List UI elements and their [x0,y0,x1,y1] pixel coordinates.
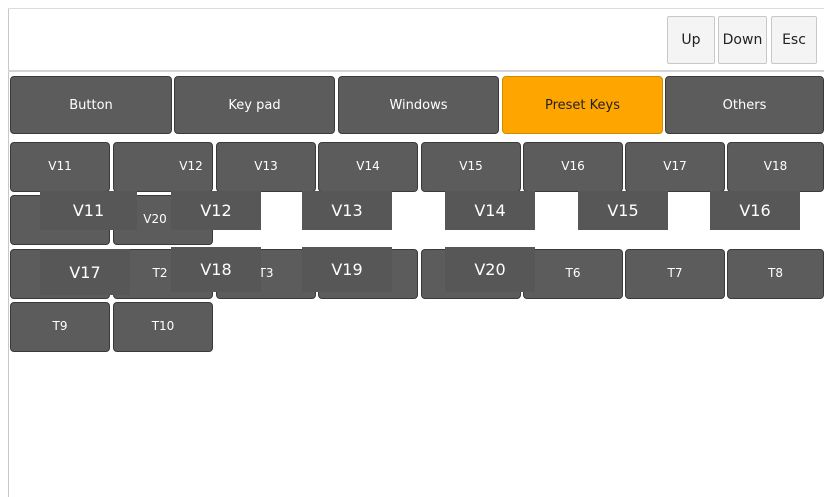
overlay-key-v17[interactable]: V17 [40,249,130,295]
frame-left-border [8,8,9,497]
key-label: T2 [152,266,168,280]
key-label: V20 [143,212,167,226]
key-t10[interactable]: T10 [113,302,213,352]
overlay-key-v20[interactable]: V20 [445,247,535,292]
tab-windows[interactable]: Windows [338,76,499,134]
tab-others[interactable]: Others [665,76,824,134]
key-label: V12 [179,159,203,173]
key-label: V15 [459,159,483,173]
key-label: T7 [667,266,683,280]
overlay-key-v12[interactable]: V12 [171,191,261,230]
key-label: V13 [254,159,278,173]
key-label: V18 [763,159,788,173]
key-v11[interactable]: V11 [10,142,110,192]
key-v13[interactable]: V13 [216,142,316,192]
key-t6[interactable]: T6 [523,249,623,299]
key-t8[interactable]: T8 [727,249,824,299]
key-label: T8 [768,266,783,280]
tab-preset-keys[interactable]: Preset Keys [502,76,663,134]
key-label: T9 [52,319,68,333]
overlay-key-v11[interactable]: V11 [40,191,137,230]
key-label: V11 [48,159,72,173]
down-button[interactable]: Down [718,16,767,64]
overlay-key-v19[interactable]: V19 [302,247,392,292]
key-label: V16 [561,159,585,173]
key-label: V17 [663,159,687,173]
key-v16[interactable]: V16 [523,142,623,192]
overlay-key-v16[interactable]: V16 [710,191,800,230]
overlay-key-v14[interactable]: V14 [445,191,535,230]
key-t9[interactable]: T9 [10,302,110,352]
overlay-key-v13[interactable]: V13 [302,191,392,230]
key-label: T6 [565,266,581,280]
key-t7[interactable]: T7 [625,249,725,299]
key-v15[interactable]: V15 [421,142,521,192]
key-label: T10 [151,319,175,333]
key-v12[interactable]: V12 [113,142,213,192]
overlay-key-v15[interactable]: V15 [578,191,668,230]
tab-key-pad[interactable]: Key pad [174,76,335,134]
key-v17[interactable]: V17 [625,142,725,192]
up-button[interactable]: Up [667,16,715,64]
frame-top-border [8,8,824,9]
key-v18[interactable]: V18 [727,142,824,192]
toolbar-separator [8,70,824,72]
key-v14[interactable]: V14 [318,142,418,192]
esc-button[interactable]: Esc [771,16,817,64]
overlay-key-v18[interactable]: V18 [171,247,261,292]
tab-button[interactable]: Button [10,76,172,134]
key-label: V14 [356,159,380,173]
